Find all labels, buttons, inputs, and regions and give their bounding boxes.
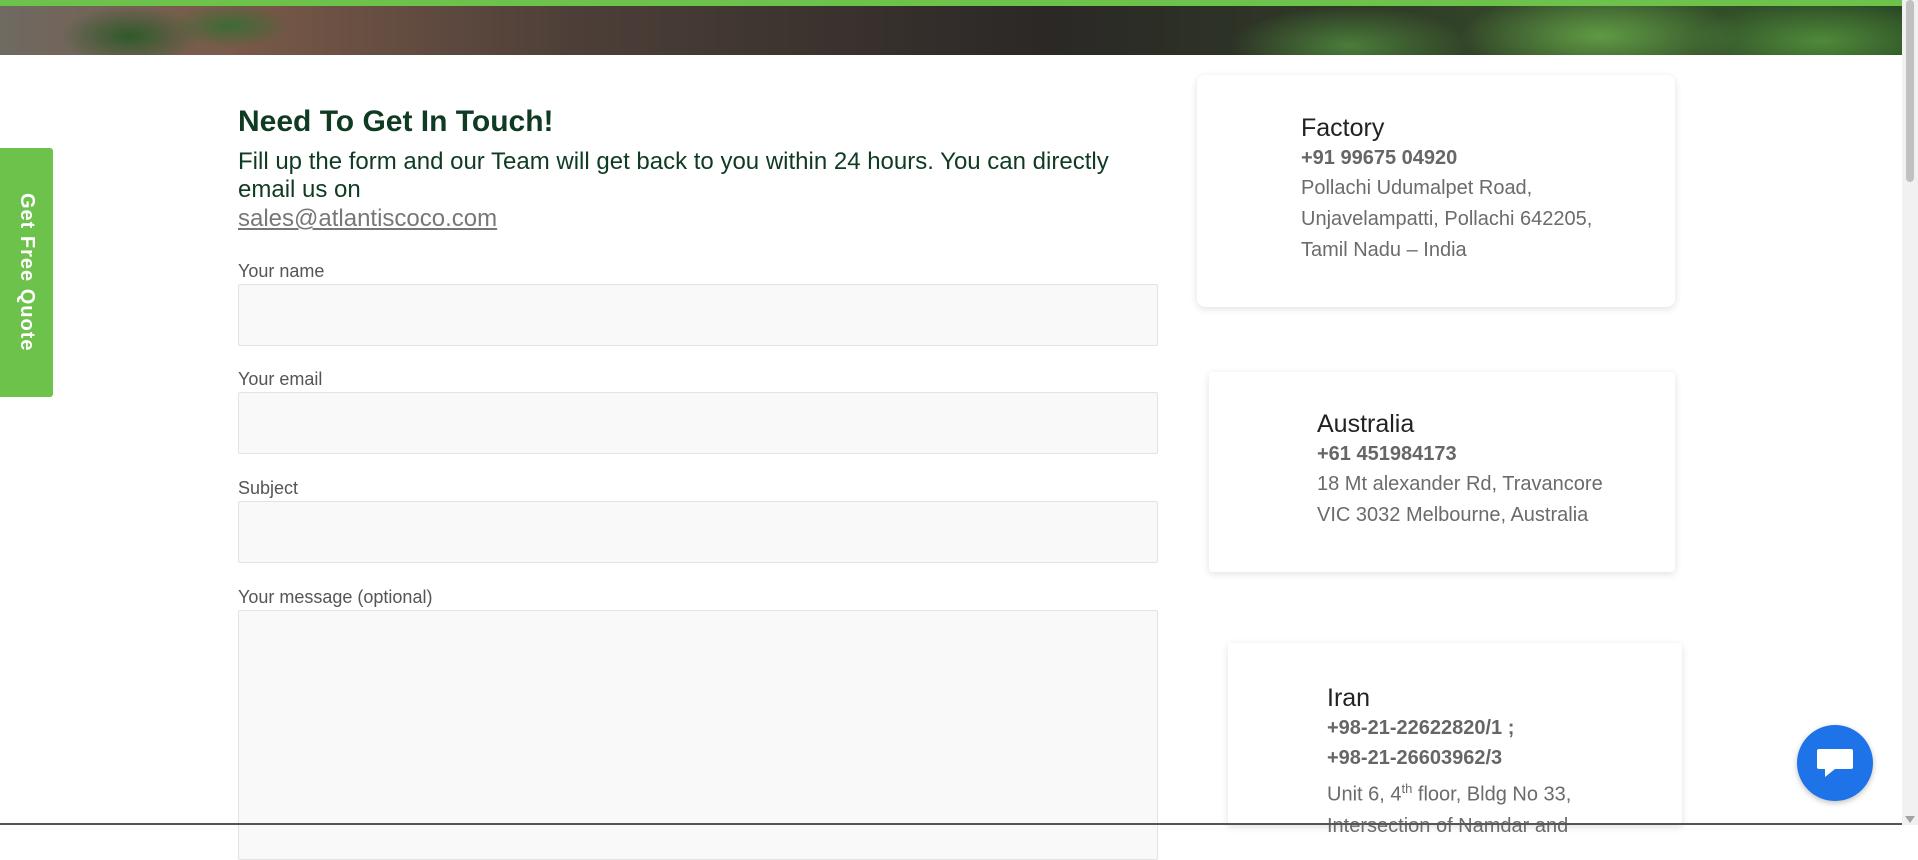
office-address-line: Pollachi Udumalpet Road, <box>1301 177 1533 199</box>
office-address-line: Tamil Nadu – India <box>1301 239 1467 261</box>
office-card-australia: Australia +61 451984173 18 Mt alexander … <box>1209 372 1675 572</box>
name-field-group: Your name <box>238 260 1158 346</box>
get-free-quote-label: Get Free Quote <box>16 193 38 352</box>
office-title: Iran <box>1327 684 1371 712</box>
contact-intro: Need To Get In Touch! Fill up the form a… <box>238 104 1158 233</box>
office-address-line: Unit 6, 4th floor, Bldg No 33, <box>1327 781 1572 806</box>
message-label: Your message (optional) <box>238 587 433 607</box>
subject-input[interactable] <box>238 501 1158 563</box>
name-label: Your name <box>238 261 325 281</box>
office-phone[interactable]: +61 451984173 <box>1317 439 1603 469</box>
office-title: Australia <box>1317 410 1415 438</box>
sales-email-link[interactable]: sales@atlantiscoco.com <box>238 205 497 233</box>
subject-label: Subject <box>238 478 299 498</box>
email-label: Your email <box>238 369 323 389</box>
message-field-group: Your message (optional) <box>238 586 1158 860</box>
office-card-iran: Iran +98-21-22622820/1 ; +98-21-26603962… <box>1228 643 1682 837</box>
office-address-line: 18 Mt alexander Rd, Travancore <box>1317 473 1603 495</box>
office-address-line: Unjavelampatti, Pollachi 642205, <box>1301 208 1593 230</box>
contact-intro-text: Fill up the form and our Team will get b… <box>238 148 1118 233</box>
subject-field-group: Subject <box>238 477 1158 563</box>
office-address-line: Intersection of Namdar and <box>1327 814 1569 837</box>
email-field-group: Your email <box>238 368 1158 454</box>
name-input[interactable] <box>238 284 1158 346</box>
scrollbar-thumb[interactable] <box>1906 0 1914 182</box>
get-free-quote-tab[interactable]: Get Free Quote <box>0 148 53 397</box>
office-title: Factory <box>1301 114 1385 142</box>
hero-banner <box>0 0 1902 55</box>
office-phone[interactable]: +98-21-26603962/3 <box>1327 743 1667 773</box>
email-input[interactable] <box>238 392 1158 454</box>
office-card-factory: Factory +91 99675 04920 Pollachi Udumalp… <box>1197 75 1675 307</box>
office-phone[interactable]: +98-21-22622820/1 ; <box>1327 713 1667 743</box>
contact-heading: Need To Get In Touch! <box>238 105 554 138</box>
chat-bubble-icon <box>1817 749 1853 777</box>
chat-button[interactable] <box>1797 725 1873 801</box>
vertical-scrollbar[interactable] <box>1902 0 1918 825</box>
contact-intro-sentence: Fill up the form and our Team will get b… <box>238 148 1109 203</box>
office-phone[interactable]: +91 99675 04920 <box>1301 143 1592 173</box>
scroll-down-arrow-icon[interactable] <box>1905 816 1915 823</box>
office-address-line: VIC 3032 Melbourne, Australia <box>1317 504 1589 526</box>
